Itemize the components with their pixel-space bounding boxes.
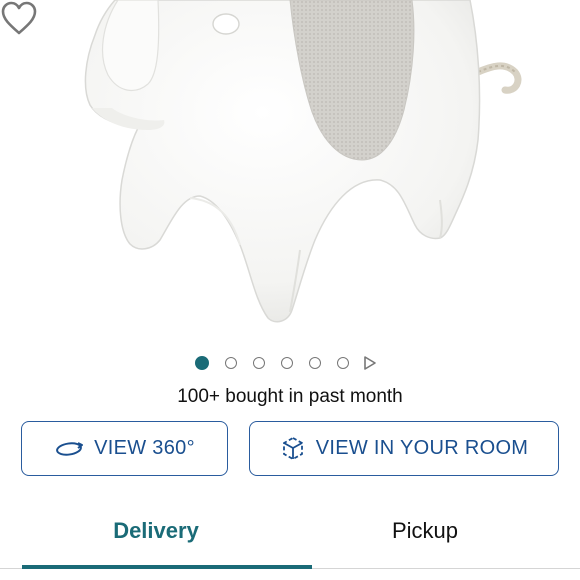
heart-outline-icon[interactable] — [0, 0, 38, 36]
fulfillment-tabs: Delivery Pickup — [0, 500, 580, 580]
elephant-sound-machine-image — [84, 0, 522, 323]
bought-count-text: 100+ bought in past month — [177, 386, 403, 407]
carousel-dot-1[interactable] — [195, 356, 209, 370]
carousel-dot-5[interactable] — [309, 357, 321, 369]
view-360-label: VIEW 360° — [94, 437, 195, 459]
carousel-dot-6[interactable] — [337, 357, 349, 369]
product-image-area[interactable] — [0, 0, 580, 350]
tab-delivery[interactable]: Delivery — [0, 518, 312, 544]
ar-cube-icon — [282, 436, 303, 460]
view-in-room-button[interactable]: VIEW IN YOUR ROOM — [249, 421, 559, 476]
carousel-indicator — [0, 356, 580, 374]
rotate-360-icon — [56, 441, 84, 456]
play-triangle-icon[interactable] — [363, 356, 377, 370]
view-360-button[interactable]: VIEW 360° — [21, 421, 228, 476]
tab-selected-indicator — [22, 565, 312, 569]
carousel-dot-2[interactable] — [225, 357, 237, 369]
tab-pickup[interactable]: Pickup — [290, 518, 560, 544]
carousel-dot-4[interactable] — [281, 357, 293, 369]
view-in-room-label: VIEW IN YOUR ROOM — [315, 437, 529, 459]
carousel-dot-3[interactable] — [253, 357, 265, 369]
